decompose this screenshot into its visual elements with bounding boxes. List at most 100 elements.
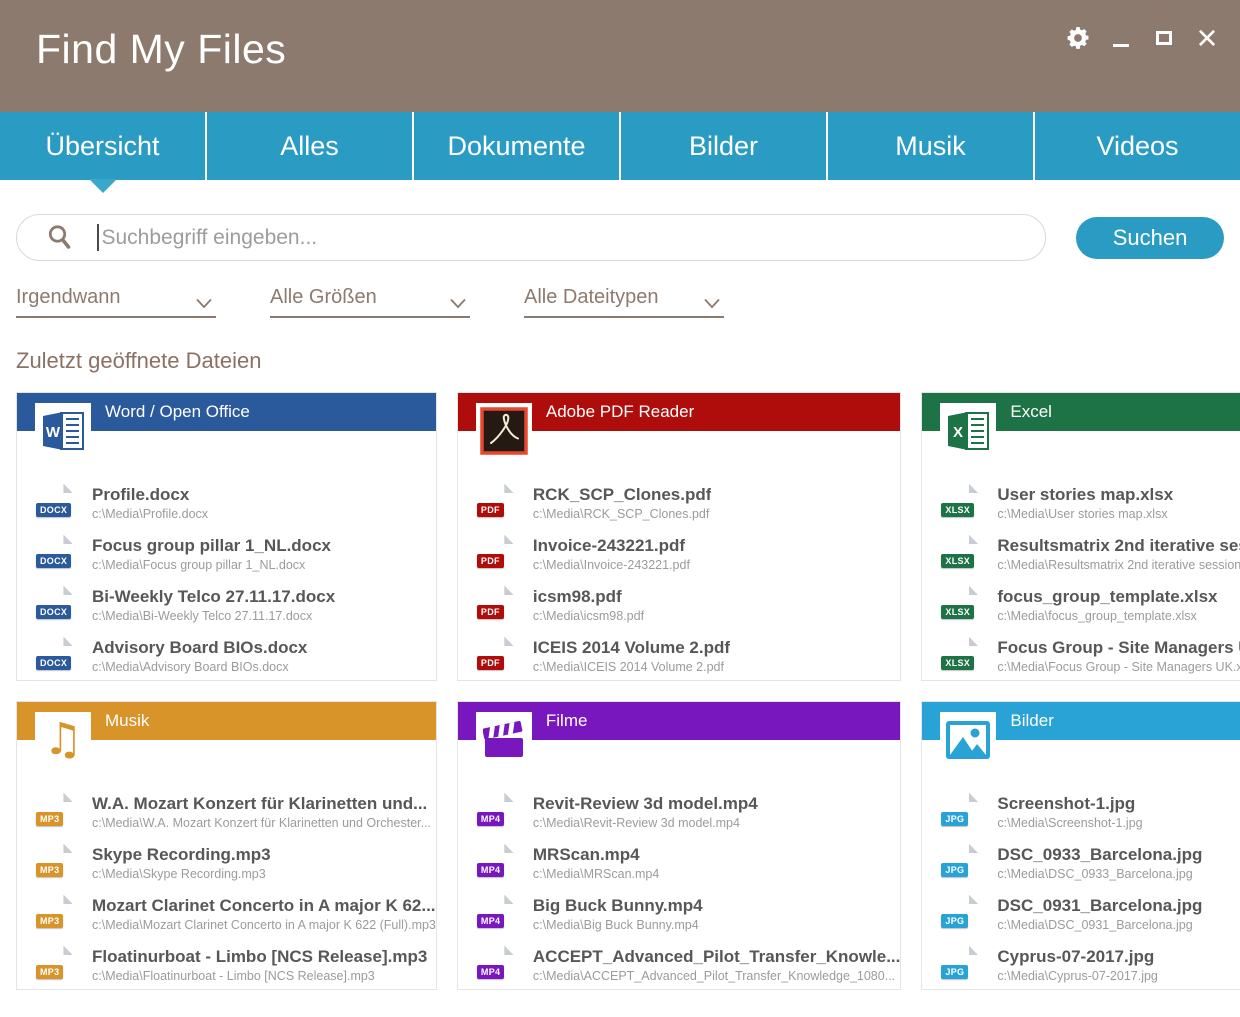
file-icon: MP4 — [484, 793, 514, 831]
file-row[interactable]: DOCX Advisory Board BIOs.docx c:\Media\A… — [17, 630, 436, 681]
app-card: Adobe PDF Reader PDF RCK_SCP_Clones.pdf … — [457, 392, 902, 681]
card-title: Filme — [546, 702, 901, 740]
app-card: Bilder JPG Screenshot-1.jpg c:\Media\Scr… — [921, 701, 1240, 990]
file-path: c:\Media\W.A. Mozart Konzert für Klarine… — [92, 816, 431, 830]
file-row[interactable]: PDF icsm98.pdf c:\Media\icsm98.pdf — [458, 579, 901, 630]
file-row[interactable]: MP3 W.A. Mozart Konzert für Klarinetten … — [17, 786, 436, 837]
file-row[interactable]: MP3 Mozart Clarinet Concerto in A major … — [17, 888, 436, 939]
file-extension-badge: MP4 — [477, 812, 504, 826]
file-extension-badge: PDF — [477, 503, 504, 517]
tab-übersicht[interactable]: Übersicht — [0, 112, 207, 180]
file-name: icsm98.pdf — [533, 587, 644, 607]
music-notes-icon: ♫ — [43, 718, 82, 762]
word-icon: W — [40, 410, 86, 452]
file-icon: MP3 — [43, 793, 73, 831]
file-extension-badge: XLSX — [941, 554, 974, 568]
gear-icon — [1065, 25, 1091, 51]
filter-dropdown[interactable]: Irgendwann — [16, 286, 216, 318]
app-card: Word / Open Office W DOCX Profile.docx c… — [16, 392, 437, 681]
file-row[interactable]: PDF RCK_SCP_Clones.pdf c:\Media\RCK_SCP_… — [458, 477, 901, 528]
tab-dokumente[interactable]: Dokumente — [414, 112, 621, 180]
chevron-down-icon — [450, 298, 466, 309]
file-row[interactable]: JPG DSC_0933_Barcelona.jpg c:\Media\DSC_… — [922, 837, 1240, 888]
file-extension-badge: DOCX — [36, 554, 71, 568]
file-path: c:\Media\Advisory Board BIOs.docx — [92, 660, 307, 674]
file-row[interactable]: MP4 ACCEPT_Advanced_Pilot_Transfer_Knowl… — [458, 939, 901, 990]
file-path: c:\Media\Big Buck Bunny.mp4 — [533, 918, 703, 932]
file-row[interactable]: DOCX Profile.docx c:\Media\Profile.docx — [17, 477, 436, 528]
file-extension-badge: MP4 — [477, 863, 504, 877]
tab-videos[interactable]: Videos — [1035, 112, 1240, 180]
file-row[interactable]: MP3 Floatinurboat - Limbo [NCS Release].… — [17, 939, 436, 990]
file-name: MRScan.mp4 — [533, 845, 659, 865]
file-row[interactable]: MP4 Revit-Review 3d model.mp4 c:\Media\R… — [458, 786, 901, 837]
file-list: MP4 Revit-Review 3d model.mp4 c:\Media\R… — [458, 740, 901, 990]
file-icon: MP4 — [484, 844, 514, 882]
file-row[interactable]: XLSX User stories map.xlsx c:\Media\User… — [922, 477, 1240, 528]
file-extension-badge: JPG — [941, 812, 968, 826]
tab-bilder[interactable]: Bilder — [621, 112, 828, 180]
file-row[interactable]: PDF Invoice-243221.pdf c:\Media\Invoice-… — [458, 528, 901, 579]
picture-icon — [946, 721, 990, 759]
file-path: c:\Media\Revit-Review 3d model.mp4 — [533, 816, 758, 830]
settings-button[interactable] — [1065, 23, 1091, 53]
file-path: c:\Media\icsm98.pdf — [533, 609, 644, 623]
file-path: c:\Media\focus_group_template.xlsx — [997, 609, 1217, 623]
tab-label: Bilder — [689, 131, 758, 162]
file-row[interactable]: XLSX focus_group_template.xlsx c:\Media\… — [922, 579, 1240, 630]
file-path: c:\Media\RCK_SCP_Clones.pdf — [533, 507, 712, 521]
file-path: c:\Media\Screenshot-1.jpg — [997, 816, 1142, 830]
file-path: c:\Media\Mozart Clarinet Concerto in A m… — [92, 918, 436, 932]
file-extension-badge: JPG — [941, 914, 968, 928]
file-name: Screenshot-1.jpg — [997, 794, 1142, 814]
filter-dropdown[interactable]: Alle Größen — [270, 286, 470, 318]
tab-alles[interactable]: Alles — [207, 112, 414, 180]
file-row[interactable]: DOCX Bi-Weekly Telco 27.11.17.docx c:\Me… — [17, 579, 436, 630]
card-title: Bilder — [1010, 702, 1240, 740]
file-icon: PDF — [484, 535, 514, 573]
app-icon-tile — [476, 712, 532, 768]
file-name: Invoice-243221.pdf — [533, 536, 690, 556]
file-path: c:\Media\Cyprus-07-2017.jpg — [997, 969, 1158, 983]
file-row[interactable]: JPG Cyprus-07-2017.jpg c:\Media\Cyprus-0… — [922, 939, 1240, 990]
app-card: Musik ♫ MP3 W.A. Mozart Konzert für Klar… — [16, 701, 437, 990]
file-row[interactable]: JPG Screenshot-1.jpg c:\Media\Screenshot… — [922, 786, 1240, 837]
file-name: Advisory Board BIOs.docx — [92, 638, 307, 658]
card-title: Musik — [105, 702, 436, 740]
tab-label: Musik — [895, 131, 966, 162]
file-row[interactable]: MP3 Skype Recording.mp3 c:\Media\Skype R… — [17, 837, 436, 888]
file-row[interactable]: XLSX Focus Group - Site Managers UK.xlsx… — [922, 630, 1240, 681]
app-icon-tile: ♫ — [35, 712, 91, 768]
title-bar: Find My Files × — [0, 0, 1240, 112]
file-row[interactable]: XLSX Resultsmatrix 2nd iterative session… — [922, 528, 1240, 579]
filter-dropdown[interactable]: Alle Dateitypen — [524, 286, 724, 318]
tab-musik[interactable]: Musik — [828, 112, 1035, 180]
file-path: c:\Media\DSC_0931_Barcelona.jpg — [997, 918, 1202, 932]
app-title: Find My Files — [36, 26, 286, 73]
tab-label: Übersicht — [45, 131, 159, 162]
close-button[interactable]: × — [1194, 23, 1220, 53]
file-extension-badge: DOCX — [36, 605, 71, 619]
file-row[interactable]: MP4 MRScan.mp4 c:\Media\MRScan.mp4 — [458, 837, 901, 888]
file-extension-badge: PDF — [477, 656, 504, 670]
file-name: ICEIS 2014 Volume 2.pdf — [533, 638, 730, 658]
file-row[interactable]: DOCX Focus group pillar 1_NL.docx c:\Med… — [17, 528, 436, 579]
file-row[interactable]: MP4 Big Buck Bunny.mp4 c:\Media\Big Buck… — [458, 888, 901, 939]
file-path: c:\Media\ICEIS 2014 Volume 2.pdf — [533, 660, 730, 674]
minimize-button[interactable] — [1108, 23, 1134, 53]
file-icon: DOCX — [43, 637, 73, 675]
file-name: Bi-Weekly Telco 27.11.17.docx — [92, 587, 335, 607]
file-path: c:\Media\Skype Recording.mp3 — [92, 867, 271, 881]
file-name: RCK_SCP_Clones.pdf — [533, 485, 712, 505]
search-input[interactable]: Suchbegriff eingeben... — [16, 214, 1046, 261]
search-button[interactable]: Suchen — [1076, 217, 1224, 259]
file-extension-badge: PDF — [477, 554, 504, 568]
file-extension-badge: XLSX — [941, 656, 974, 670]
file-icon: XLSX — [948, 484, 978, 522]
file-row[interactable]: JPG DSC_0931_Barcelona.jpg c:\Media\DSC_… — [922, 888, 1240, 939]
file-path: c:\Media\Invoice-243221.pdf — [533, 558, 690, 572]
file-name: Revit-Review 3d model.mp4 — [533, 794, 758, 814]
file-row[interactable]: PDF ICEIS 2014 Volume 2.pdf c:\Media\ICE… — [458, 630, 901, 681]
maximize-button[interactable] — [1151, 23, 1177, 53]
file-name: Resultsmatrix 2nd iterative sessions.xls… — [997, 536, 1240, 556]
